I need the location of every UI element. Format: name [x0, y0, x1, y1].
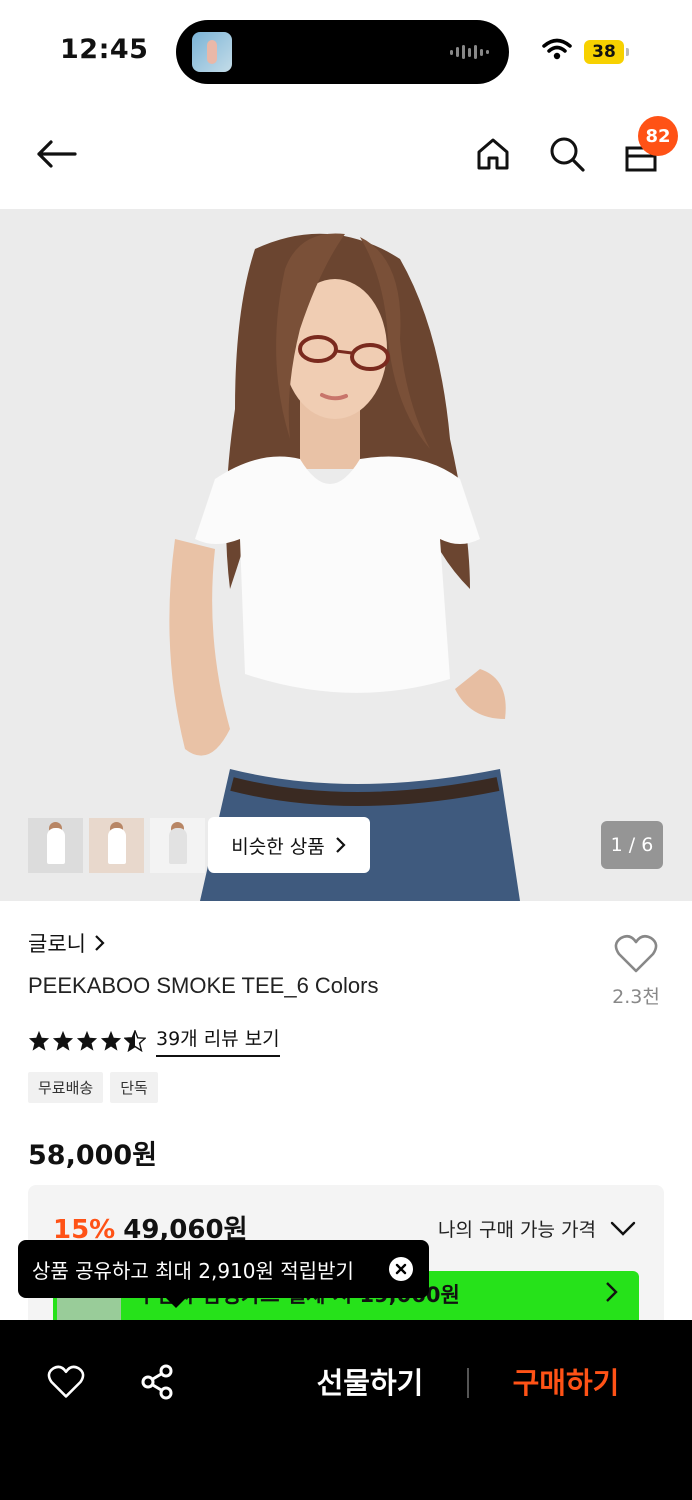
thumbnail-1[interactable]: [28, 818, 83, 873]
star-icon: [76, 1030, 98, 1051]
similar-products-button[interactable]: 비슷한 상품: [208, 817, 370, 873]
like-button[interactable]: 2.3천: [606, 934, 666, 1009]
my-price-toggle[interactable]: 나의 구매 가능 가격: [438, 1215, 636, 1242]
tag-list: 무료배송 단독: [28, 1072, 158, 1103]
chevron-down-icon: [610, 1221, 636, 1236]
thumbnail-2[interactable]: [89, 818, 144, 873]
home-icon[interactable]: [471, 132, 515, 176]
top-nav: [0, 110, 692, 208]
audio-wave-icon: [450, 44, 489, 60]
toast-text: 상품 공유하고 최대 2,910원 적립받기: [32, 1258, 354, 1283]
status-bar: 12:45 38: [0, 0, 692, 100]
back-arrow-icon[interactable]: [34, 132, 78, 176]
rating-row: 39개 리뷰 보기: [28, 1024, 280, 1057]
brand-link[interactable]: 글로니: [28, 928, 106, 958]
wifi-icon: [542, 38, 572, 64]
dynamic-island[interactable]: [176, 20, 509, 84]
chevron-right-icon: [606, 1282, 618, 1302]
share-reward-toast: 상품 공유하고 최대 2,910원 적립받기: [18, 1240, 429, 1308]
star-rating: [28, 1029, 146, 1052]
bottom-action-bar: 선물하기 구매하기: [0, 1320, 692, 1500]
gift-button[interactable]: 선물하기: [300, 1360, 440, 1402]
now-playing-thumbnail: [192, 32, 232, 72]
similar-products-label: 비슷한 상품: [231, 835, 325, 858]
review-link[interactable]: 39개 리뷰 보기: [156, 1024, 280, 1057]
thumbnail-strip: [28, 818, 205, 873]
share-icon[interactable]: [137, 1362, 177, 1402]
product-image-carousel[interactable]: 비슷한 상품 1 / 6: [0, 209, 692, 901]
cart-count-badge: 82: [638, 116, 678, 156]
battery-indicator: 38: [584, 40, 629, 64]
product-title: PEEKABOO SMOKE TEE_6 Colors: [28, 973, 379, 998]
brand-name: 글로니: [28, 932, 86, 956]
my-price-label: 나의 구매 가능 가격: [438, 1219, 596, 1241]
like-count: 2.3천: [612, 986, 660, 1008]
star-icon: [100, 1030, 122, 1051]
search-icon[interactable]: [545, 132, 589, 176]
toast-pointer: [166, 1298, 186, 1308]
status-time: 12:45: [60, 34, 149, 65]
chevron-right-icon: [95, 935, 105, 951]
chevron-right-icon: [335, 837, 346, 853]
thumbnail-3[interactable]: [150, 818, 205, 873]
divider: [467, 1368, 469, 1398]
close-icon[interactable]: [389, 1257, 413, 1281]
product-photo: [0, 209, 692, 901]
tag-exclusive: 단독: [110, 1072, 158, 1103]
tag-free-shipping: 무료배송: [28, 1072, 104, 1103]
star-icon: [52, 1030, 74, 1051]
buy-button[interactable]: 구매하기: [496, 1360, 636, 1402]
heart-icon: [614, 934, 658, 973]
wishlist-heart-icon[interactable]: [46, 1362, 86, 1402]
half-star-icon: [124, 1029, 146, 1052]
original-price: 58,000원: [28, 1140, 158, 1171]
star-icon: [28, 1030, 50, 1051]
image-page-counter: 1 / 6: [601, 821, 663, 869]
